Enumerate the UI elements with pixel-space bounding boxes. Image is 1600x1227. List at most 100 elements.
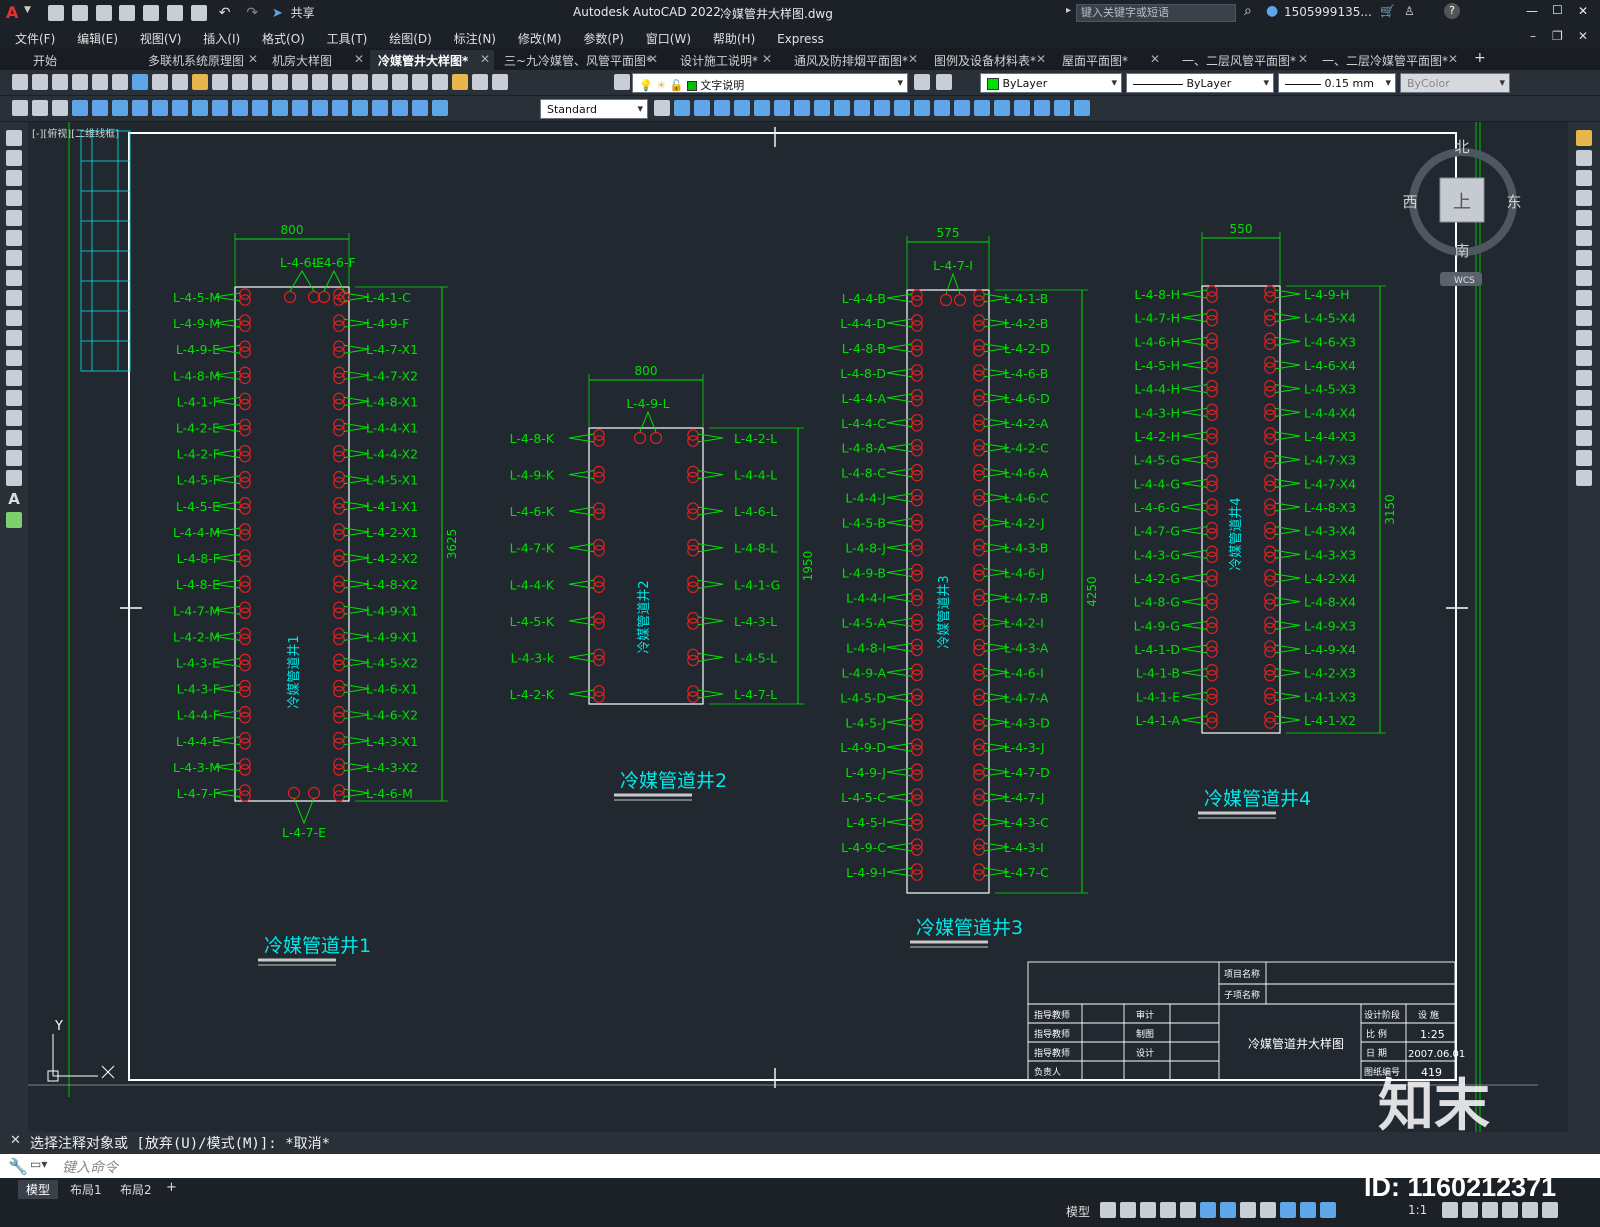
save-as-icon[interactable] <box>119 5 136 21</box>
move-icon[interactable] <box>1576 230 1592 246</box>
share-icon[interactable]: ➤ <box>272 6 283 21</box>
viewcube-east[interactable]: 东 <box>1506 193 1521 211</box>
customization-icon[interactable] <box>1542 1202 1558 1218</box>
close-icon[interactable]: ✕ <box>1150 52 1160 66</box>
diameter-icon[interactable] <box>192 100 208 116</box>
close-icon[interactable]: ✕ <box>1298 52 1308 66</box>
close-icon[interactable]: ✕ <box>908 52 918 66</box>
mirror-icon[interactable] <box>1576 170 1592 186</box>
plotstyle-dropdown[interactable]: ByColor ▾ <box>1400 73 1510 93</box>
annotation-visibility-icon[interactable] <box>1300 1202 1316 1218</box>
lineweight-icon[interactable] <box>1240 1202 1256 1218</box>
make-current-layer-icon[interactable] <box>914 74 930 90</box>
wcs-label[interactable]: WCS <box>1454 276 1475 286</box>
ellipse-icon[interactable] <box>6 310 22 326</box>
ucs-face-icon[interactable] <box>1034 100 1050 116</box>
isolate-objects-icon[interactable] <box>1502 1202 1518 1218</box>
blend-curves-icon[interactable] <box>1576 450 1592 466</box>
view-top-icon[interactable] <box>694 100 710 116</box>
web-save-icon[interactable] <box>167 5 184 21</box>
search-icon[interactable]: ⌕ <box>1244 3 1252 19</box>
radius-icon[interactable] <box>152 100 168 116</box>
aligned-dimension-icon[interactable] <box>92 100 108 116</box>
polar-icon[interactable] <box>1160 1202 1176 1218</box>
visual-style-2d-icon[interactable] <box>874 100 890 116</box>
drawing-canvas[interactable]: [-][俯视][二维线框] 上 北 南 东 西 WCS Y 800 3625 L… <box>28 122 1568 1132</box>
new-file-icon[interactable] <box>48 5 64 21</box>
array-icon[interactable] <box>1576 210 1592 226</box>
cube-icon[interactable] <box>12 100 28 116</box>
tab-refrigerant-shaft[interactable]: 冷媒管井大样图* ✕ <box>370 50 494 70</box>
trim-icon[interactable] <box>1576 310 1592 326</box>
workspace-gear-icon[interactable] <box>1442 1202 1458 1218</box>
layer-dropdown[interactable]: 💡 ☀ 🔓 文字说明 ▾ <box>632 73 908 93</box>
add-selected-icon[interactable] <box>6 512 22 528</box>
zoom-realtime-icon[interactable] <box>312 74 328 90</box>
menu-edit[interactable]: 编辑(E) <box>68 26 127 47</box>
doc-close-icon[interactable]: ✕ <box>1578 29 1588 43</box>
close-icon[interactable]: ✕ <box>648 52 658 66</box>
close-icon[interactable]: ✕ <box>1448 52 1458 66</box>
tab-machine-room[interactable]: 机房大样图 ✕ <box>264 50 368 70</box>
ucs-object-icon[interactable] <box>1054 100 1070 116</box>
tool-palettes-icon[interactable] <box>412 74 428 90</box>
doc-restore-icon[interactable]: ❐ <box>1552 29 1563 43</box>
layer-properties-icon[interactable] <box>614 74 630 90</box>
visual-style-conceptual-icon[interactable] <box>954 100 970 116</box>
angular-icon[interactable] <box>212 100 228 116</box>
maximize-button[interactable]: ☐ <box>1552 3 1563 17</box>
arc-icon[interactable] <box>6 230 22 246</box>
design-center-icon[interactable] <box>392 74 408 90</box>
zoom-previous-icon[interactable] <box>352 74 368 90</box>
viewcube-north[interactable]: 北 <box>1454 138 1469 156</box>
tab-start[interactable]: 开始 <box>25 50 140 70</box>
polygon-icon[interactable] <box>6 190 22 206</box>
close-icon[interactable]: ✕ <box>480 52 490 66</box>
view-left-icon[interactable] <box>714 100 730 116</box>
redo-icon[interactable]: ↷ <box>246 5 258 21</box>
continue-icon[interactable] <box>272 100 288 116</box>
isodraft-icon[interactable] <box>1180 1202 1196 1218</box>
plus-icon[interactable] <box>1462 1202 1478 1218</box>
minimize-button[interactable]: — <box>1526 4 1538 18</box>
ellipse-arc-icon[interactable] <box>6 330 22 346</box>
print-preview-icon[interactable] <box>92 74 108 90</box>
scale-icon[interactable] <box>1576 270 1592 286</box>
visual-style-realistic-icon[interactable] <box>934 100 950 116</box>
view-right-icon[interactable] <box>734 100 750 116</box>
viewcube-west[interactable]: 西 <box>1402 193 1417 211</box>
ucs-view-icon[interactable] <box>1074 100 1090 116</box>
table-icon[interactable] <box>6 470 22 486</box>
tab-design-notes[interactable]: 设计施工说明* ✕ <box>672 50 776 70</box>
tab-legend[interactable]: 图例及设备材料表* ✕ <box>926 50 1050 70</box>
inspection-icon[interactable] <box>372 100 388 116</box>
print-icon[interactable] <box>72 74 88 90</box>
join-icon[interactable] <box>1576 390 1592 406</box>
wrench-icon[interactable]: 🔧 <box>8 1157 28 1176</box>
layer-previous-icon[interactable] <box>936 74 952 90</box>
redo-icon[interactable] <box>272 74 288 90</box>
close-icon[interactable]: ✕ <box>354 52 364 66</box>
menu-parametric[interactable]: 参数(P) <box>574 26 633 47</box>
center-mark-icon[interactable] <box>352 100 368 116</box>
dimension-edit-icon[interactable] <box>412 100 428 116</box>
model-space-button[interactable]: 模型 <box>1066 1203 1090 1220</box>
open-icon[interactable] <box>32 74 48 90</box>
tab-ventilation[interactable]: 通风及防排烟平面图* ✕ <box>786 50 922 70</box>
close-button[interactable]: ✕ <box>1578 4 1588 18</box>
calculator-icon[interactable] <box>472 74 488 90</box>
ucs-icon[interactable] <box>974 100 990 116</box>
new-tab-button[interactable]: + <box>1474 50 1486 66</box>
menu-window[interactable]: 窗口(W) <box>637 26 700 47</box>
plot-icon[interactable] <box>190 5 207 21</box>
dimension-text-edit-icon[interactable] <box>432 100 448 116</box>
linear-dimension-icon[interactable] <box>72 100 88 116</box>
menu-modify[interactable]: 修改(M) <box>509 26 571 47</box>
tab-floor-3-9[interactable]: 三~九冷媒管、风管平面图* ✕ <box>496 50 662 70</box>
baseline-icon[interactable] <box>252 100 268 116</box>
auto-scale-icon[interactable] <box>1320 1202 1336 1218</box>
rectangle-icon[interactable] <box>6 210 22 226</box>
dimension-style-icon[interactable] <box>654 100 670 116</box>
break-icon[interactable] <box>1576 370 1592 386</box>
help-icon[interactable] <box>492 74 508 90</box>
